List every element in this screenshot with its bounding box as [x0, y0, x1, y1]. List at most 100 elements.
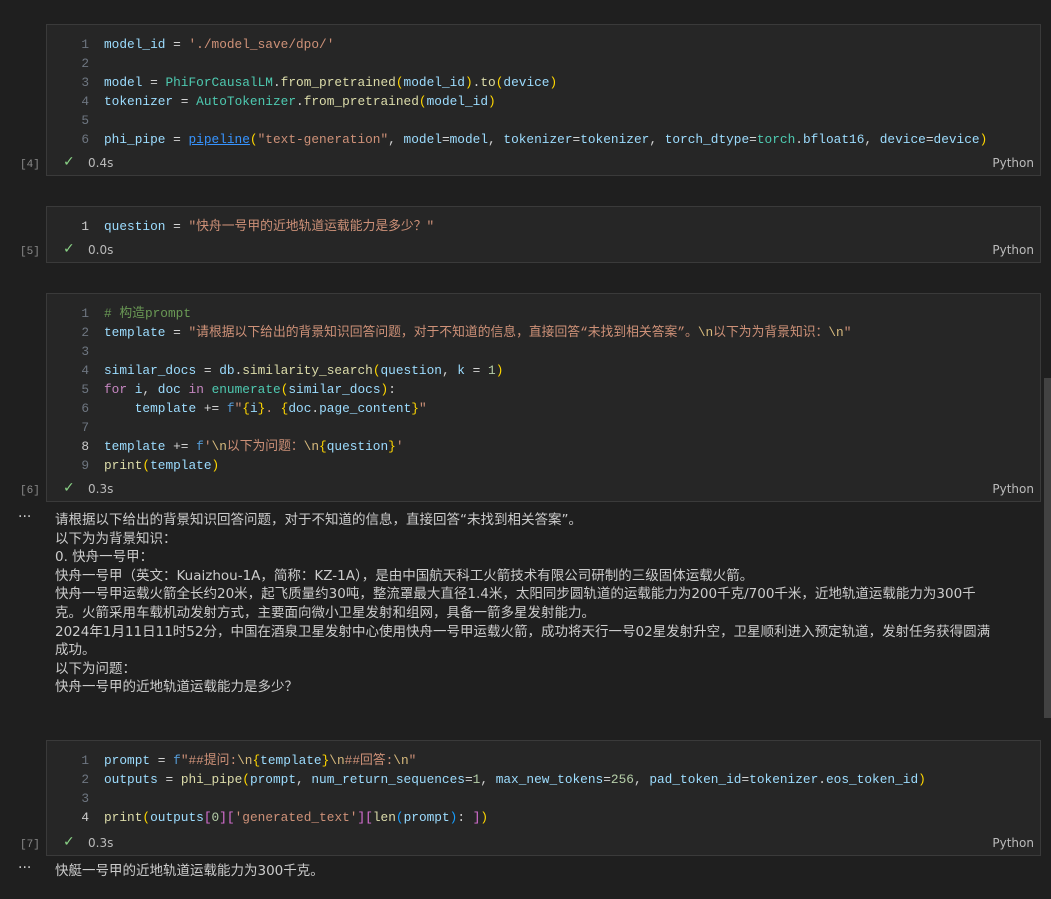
cell-6-output: 请根据以下给出的背景知识回答问题，对于不知道的信息，直接回答“未找到相关答案”。…: [55, 512, 991, 696]
code-cell-6[interactable]: 1 # 构造prompt 2 template = "请根据以下给出的背景知识回答问题…: [46, 293, 1041, 502]
code-token: :: [388, 382, 396, 397]
code-text: tokenizer = AutoTokenizer.from_pretraine…: [104, 92, 496, 111]
code-line: 1 prompt = f"##提问:\n{template}\n##回答:\n": [47, 751, 1040, 770]
code-token: to: [480, 75, 496, 90]
code-line: 8 template += f'\n以下为问题：\n{question}': [47, 437, 1040, 456]
code-link[interactable]: pipeline: [188, 132, 249, 147]
code-token: model_id: [426, 94, 489, 109]
code-line: 3: [47, 789, 1040, 808]
line-number: 4: [81, 94, 89, 109]
code-token: './model_save/dpo/': [188, 37, 335, 52]
code-token: .: [818, 772, 826, 787]
code-token: {: [242, 401, 250, 416]
language-selector[interactable]: Python: [992, 156, 1034, 170]
code-token: .: [795, 132, 803, 147]
code-token: "##提问:: [180, 753, 238, 768]
code-token: =: [749, 132, 757, 147]
code-editor[interactable]: 1 model_id = './model_save/dpo/' 2 3 model =…: [47, 25, 1040, 149]
code-token: (: [142, 810, 151, 825]
code-text: template += f"{i}. {doc.page_content}": [104, 399, 427, 418]
code-token: ): [211, 458, 220, 473]
code-token: {: [319, 439, 327, 454]
code-token: 256: [610, 772, 634, 787]
code-token: model_id: [403, 75, 465, 90]
code-token: model: [104, 75, 143, 90]
code-line: 1 # 构造prompt: [47, 304, 1040, 323]
code-token: db: [219, 363, 235, 378]
code-token: =: [464, 772, 473, 787]
execution-time: 0.3s: [88, 482, 114, 496]
code-token: ,: [388, 132, 404, 147]
code-token: "快舟一号甲的近地轨道运载能力是多少？": [188, 219, 435, 234]
code-line: 2 outputs = phi_pipe(prompt, num_return_s…: [47, 770, 1040, 789]
line-number: 6: [81, 401, 89, 416]
code-token: ): [918, 772, 926, 787]
line-number: 2: [81, 772, 89, 787]
language-selector[interactable]: Python: [992, 836, 1034, 850]
code-token: AutoTokenizer: [196, 94, 297, 109]
code-token: template: [134, 401, 197, 416]
code-editor[interactable]: 1 question = "快舟一号甲的近地轨道运载能力是多少？": [47, 207, 1040, 236]
code-line: 3 model = PhiForCausalLM.from_pretrained(…: [47, 73, 1040, 92]
code-token: +=: [196, 401, 227, 416]
code-token: tokenizer: [749, 772, 819, 787]
code-token: =: [173, 94, 197, 109]
code-line: 6 template += f"{i}. {doc.page_content}": [47, 399, 1040, 418]
code-token: ): [495, 363, 504, 378]
code-token: ,: [296, 772, 312, 787]
code-text: # 构造prompt: [104, 304, 191, 323]
code-token: =: [464, 363, 489, 378]
execution-time: 0.4s: [88, 156, 114, 170]
code-editor[interactable]: 1 # 构造prompt 2 template = "请根据以下给出的背景知识回答问题…: [47, 294, 1040, 475]
code-token: .: [265, 401, 281, 416]
language-selector[interactable]: Python: [992, 243, 1034, 257]
code-line: 5: [47, 111, 1040, 130]
code-token: outputs: [150, 810, 204, 825]
code-token: max_new_tokens: [495, 772, 604, 787]
line-number: 3: [81, 75, 89, 90]
code-line: 1 model_id = './model_save/dpo/': [47, 35, 1040, 54]
code-token: ,: [480, 772, 496, 787]
code-token: =: [165, 219, 189, 234]
code-token: torch_dtype: [664, 132, 750, 147]
line-number: 2: [81, 325, 89, 340]
code-line: 9 print(template): [47, 456, 1040, 475]
code-token: \n: [303, 439, 320, 454]
code-editor[interactable]: 1 prompt = f"##提问:\n{template}\n##回答:\n" 2…: [47, 741, 1040, 827]
line-number: 4: [81, 810, 89, 825]
code-token: \n: [828, 325, 844, 340]
code-token: doc: [157, 382, 181, 397]
code-token: tokenizer: [104, 94, 174, 109]
code-token: f: [173, 753, 181, 768]
code-token: ": [843, 325, 852, 340]
cell-status-bar: ✓ 0.3s Python: [47, 831, 1040, 855]
code-token: .: [272, 75, 281, 90]
code-token: enumerate: [211, 382, 281, 397]
success-check-icon: ✓: [63, 241, 75, 257]
code-token: prompt: [403, 810, 450, 825]
code-cell-7[interactable]: 1 prompt = f"##提问:\n{template}\n##回答:\n" 2…: [46, 740, 1041, 856]
code-token: template: [150, 458, 212, 473]
code-text: template += f'\n以下为问题：\n{question}': [104, 437, 404, 456]
output-menu-button[interactable]: ···: [18, 860, 31, 876]
code-token: doc: [288, 401, 312, 416]
code-token: +=: [165, 439, 197, 454]
code-cell-5[interactable]: 1 question = "快舟一号甲的近地轨道运载能力是多少？" ✓ 0.0s Pyt…: [46, 206, 1041, 263]
code-token: \n: [393, 753, 409, 768]
code-line: 1 question = "快舟一号甲的近地轨道运载能力是多少？": [47, 217, 1040, 236]
output-menu-button[interactable]: ···: [18, 509, 31, 525]
code-token: 以下为为背景知识：: [713, 325, 829, 340]
code-token: 以下为问题：: [226, 439, 304, 454]
scrollbar-thumb[interactable]: [1044, 378, 1051, 718]
code-token: PhiForCausalLM: [165, 75, 273, 90]
code-token: .: [296, 94, 304, 109]
line-number: 6: [81, 132, 89, 147]
code-token: 'generated_text': [234, 810, 358, 825]
code-cell-4[interactable]: 1 model_id = './model_save/dpo/' 2 3 model =…: [46, 24, 1041, 176]
code-token: template: [260, 753, 322, 768]
language-selector[interactable]: Python: [992, 482, 1034, 496]
code-line: 6 phi_pipe = pipeline("text-generation", …: [47, 130, 1040, 149]
code-token: print: [104, 810, 143, 825]
